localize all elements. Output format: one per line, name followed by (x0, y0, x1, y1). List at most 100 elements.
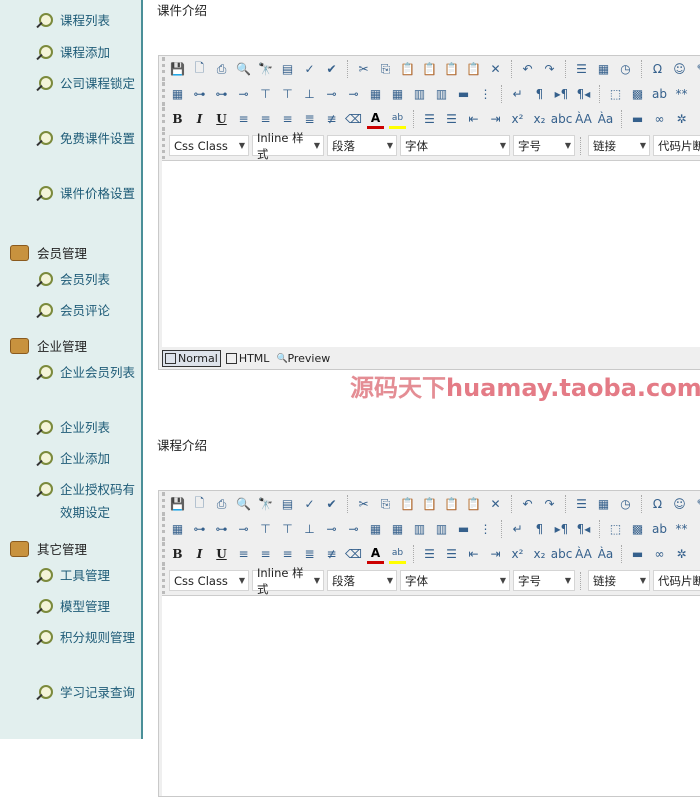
replace-icon[interactable]: ▤ (279, 61, 296, 78)
insert-row-icon[interactable]: ⊶ (191, 86, 208, 103)
justify-icon[interactable]: ≣ (301, 546, 318, 563)
insert-row-after-icon[interactable]: ⊶ (213, 86, 230, 103)
underline-icon[interactable]: U (213, 546, 230, 563)
split-icon[interactable]: ⊥ (301, 521, 318, 538)
paste-icon[interactable]: 📋 (399, 496, 416, 513)
split-cells-icon[interactable]: ⋮ (477, 521, 494, 538)
select-1[interactable]: Inline 样式 ▼ (252, 131, 324, 161)
table-props-icon[interactable]: ▦ (367, 86, 384, 103)
sidebar-item-4[interactable]: 课件价格设置 (36, 186, 136, 205)
div-icon[interactable]: ⬚ (607, 521, 624, 538)
paste-html-icon[interactable]: 📋 (465, 496, 482, 513)
select-2[interactable]: 段落 ▼ (327, 135, 397, 156)
cell-props-icon[interactable]: ▦ (389, 521, 406, 538)
mode-html-button[interactable]: HTML (224, 351, 272, 366)
rtl-icon[interactable]: ¶◂ (575, 86, 592, 103)
strikethrough-icon[interactable]: abc (551, 546, 573, 563)
redo-icon[interactable]: ↷ (541, 496, 558, 513)
mode-preview-button[interactable]: 🔍 Preview (274, 351, 332, 366)
special-char-icon[interactable]: Ω (649, 61, 666, 78)
link-icon[interactable]: ∞ (651, 546, 668, 563)
editor-content-area[interactable] (162, 595, 700, 796)
table-icon[interactable]: ▦ (169, 86, 186, 103)
more2-icon[interactable]: ⁝ (695, 521, 700, 538)
col-props-icon[interactable]: ▥ (433, 86, 450, 103)
font-color-icon[interactable]: A (367, 544, 384, 564)
find-icon[interactable]: 🔭 (257, 496, 274, 513)
select-1[interactable]: Inline 样式 ▼ (252, 566, 324, 596)
select-4[interactable]: 字号 ▼ (513, 570, 575, 591)
undo-icon[interactable]: ↶ (519, 61, 536, 78)
merge-cells-icon[interactable]: ▬ (455, 86, 472, 103)
select-0[interactable]: Css Class ▼ (169, 570, 249, 591)
align-center-icon[interactable]: ≡ (257, 546, 274, 563)
password-icon[interactable]: ** (673, 521, 690, 538)
row-props-icon[interactable]: ▥ (411, 521, 428, 538)
bold-icon[interactable]: B (169, 546, 186, 563)
unordered-list-icon[interactable]: ☰ (443, 111, 460, 128)
superscript-icon[interactable]: x² (509, 546, 526, 563)
select-6[interactable]: 链接 ▼ (588, 570, 650, 591)
font-color-icon[interactable]: A (367, 109, 384, 129)
print-icon[interactable]: ⎙ (213, 496, 230, 513)
paste-html-icon[interactable]: 📋 (465, 61, 482, 78)
align-left-icon[interactable]: ≡ (235, 111, 252, 128)
time-icon[interactable]: ◷ (617, 496, 634, 513)
lowercase-icon[interactable]: Àa (597, 111, 614, 128)
form-icon[interactable]: ▩ (629, 86, 646, 103)
page-break-icon[interactable]: ☰ (573, 496, 590, 513)
italic-icon[interactable]: I (191, 111, 208, 128)
form-icon[interactable]: ▩ (629, 521, 646, 538)
cut-icon[interactable]: ✂ (355, 496, 372, 513)
redo-icon[interactable]: ↷ (541, 61, 558, 78)
ordered-list-icon[interactable]: ☰ (421, 111, 438, 128)
underline-icon[interactable]: U (213, 111, 230, 128)
sidebar-item-11[interactable]: 企业添加 (36, 451, 136, 470)
ltr-icon[interactable]: ▸¶ (553, 521, 570, 538)
italic-icon[interactable]: I (191, 546, 208, 563)
eraser-icon[interactable]: ⌫ (345, 546, 362, 563)
preview-icon[interactable]: 🔍 (235, 496, 252, 513)
sidebar-group-5[interactable]: 会员管理 (10, 243, 87, 262)
row-props-icon[interactable]: ▥ (411, 86, 428, 103)
spellcheck-icon[interactable]: ✔ (323, 61, 340, 78)
sidebar-group-8[interactable]: 企业管理 (10, 336, 87, 355)
delete-icon[interactable]: ✕ (487, 61, 504, 78)
subscript-icon[interactable]: x₂ (531, 111, 548, 128)
editor-content-area[interactable] (162, 160, 700, 347)
rtl-icon[interactable]: ¶◂ (575, 521, 592, 538)
paragraph-icon[interactable]: ¶ (531, 86, 548, 103)
paste-word-icon[interactable]: 📋 (443, 496, 460, 513)
paste-text-icon[interactable]: 📋 (421, 496, 438, 513)
emoticon-icon[interactable]: ☺ (671, 496, 688, 513)
paragraph-icon[interactable]: ¶ (531, 521, 548, 538)
unlink-icon[interactable]: ✲ (673, 546, 690, 563)
highlight-icon[interactable]: ab (389, 544, 406, 564)
spellcheck-icon[interactable]: ✔ (323, 496, 340, 513)
sidebar-item-15[interactable]: 模型管理 (36, 599, 136, 618)
sidebar-item-16[interactable]: 积分规则管理 (36, 630, 136, 649)
date-icon[interactable]: ▦ (595, 61, 612, 78)
outdent-icon[interactable]: ⇤ (465, 111, 482, 128)
strike-align-icon[interactable]: ≢ (323, 111, 340, 128)
select-3[interactable]: 字体 ▼ (400, 135, 510, 156)
insert-row-icon[interactable]: ⊶ (191, 521, 208, 538)
textfield-icon[interactable]: ab (651, 86, 668, 103)
merge-cells-icon[interactable]: ▬ (455, 521, 472, 538)
select-7[interactable]: 代码片断▼ (653, 135, 700, 156)
insert-col-icon[interactable]: ⊸ (235, 521, 252, 538)
highlight-icon[interactable]: ab (389, 109, 406, 129)
merge-icon[interactable]: ⊤ (279, 86, 296, 103)
hr-icon[interactable]: ▬ (629, 546, 646, 563)
sidebar-item-14[interactable]: 工具管理 (36, 568, 136, 587)
sidebar-item-2[interactable]: 公司课程锁定 (36, 76, 136, 95)
special-char-icon[interactable]: Ω (649, 496, 666, 513)
new-icon[interactable]: 🗋 (191, 61, 208, 78)
indent-icon[interactable]: ⇥ (487, 546, 504, 563)
date-icon[interactable]: ▦ (595, 496, 612, 513)
align-center-icon[interactable]: ≡ (257, 111, 274, 128)
eraser-icon[interactable]: ⌫ (345, 111, 362, 128)
select-3[interactable]: 字体 ▼ (400, 570, 510, 591)
page-break-icon[interactable]: ☰ (573, 61, 590, 78)
select-7[interactable]: 代码片断▼ (653, 570, 700, 591)
